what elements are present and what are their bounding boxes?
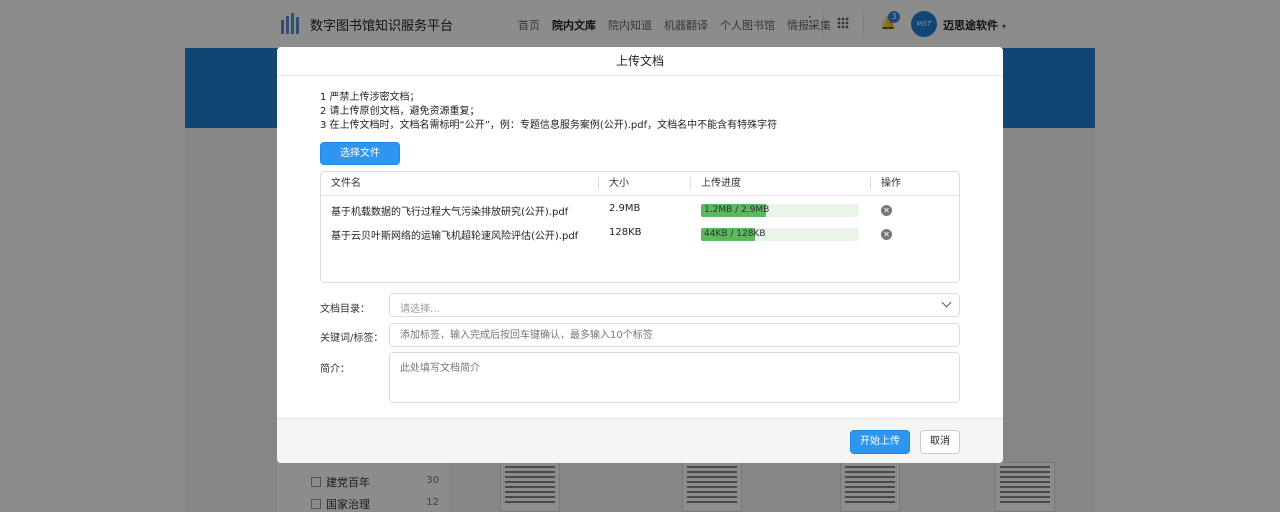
file-table: 文件名 大小 上传进度 操作 基于机载数据的飞行过程大气污染排放研究(公开).p…	[320, 171, 960, 283]
progress-text: 1.2MB / 2.9MB	[704, 205, 770, 215]
remove-icon[interactable]: ✕	[881, 205, 892, 216]
column-header-filename: 文件名	[331, 178, 361, 189]
choose-file-button[interactable]: 选择文件	[320, 142, 400, 165]
chevron-down-icon	[941, 297, 952, 308]
file-size: 2.9MB	[609, 203, 641, 214]
progress-text: 44KB / 128KB	[704, 229, 766, 239]
cancel-button[interactable]: 取消	[920, 430, 960, 454]
upload-progress-bar: 44KB / 128KB	[701, 228, 859, 241]
column-divider	[598, 177, 599, 190]
table-row: 基于机载数据的飞行过程大气污染排放研究(公开).pdf 2.9MB 1.2MB …	[321, 198, 959, 222]
upload-progress-bar: 1.2MB / 2.9MB	[701, 204, 859, 217]
table-row: 基于云贝叶斯网络的运输飞机超轮速风险评估(公开).pdf 128KB 44KB …	[321, 222, 959, 246]
note-line: 3 在上传文档时，文档名需标明“公开”，例：专题信息服务案例(公开).pdf，文…	[320, 120, 778, 131]
column-header-progress: 上传进度	[701, 178, 741, 189]
catalog-select[interactable]: 请选择…	[389, 293, 960, 317]
column-header-action: 操作	[881, 178, 901, 189]
file-size: 128KB	[609, 227, 642, 238]
note-line: 1 严禁上传涉密文档；	[320, 92, 420, 103]
dialog-title: 上传文档	[277, 47, 1003, 76]
column-divider	[690, 177, 691, 190]
start-upload-button[interactable]: 开始上传	[850, 430, 910, 454]
column-divider	[870, 177, 871, 190]
note-line: 2 请上传原创文档，避免资源重复；	[320, 106, 480, 117]
dialog-footer: 开始上传 取消	[277, 418, 1003, 463]
keywords-input[interactable]	[389, 323, 960, 347]
file-name: 基于机载数据的飞行过程大气污染排放研究(公开).pdf	[331, 207, 569, 218]
remove-icon[interactable]: ✕	[881, 229, 892, 240]
file-name: 基于云贝叶斯网络的运输飞机超轮速风险评估(公开).pdf	[331, 231, 579, 242]
keywords-label: 关键词/标签：	[320, 333, 384, 344]
intro-label: 简介：	[320, 364, 350, 375]
upload-dialog: 上传文档 1 严禁上传涉密文档； 2 请上传原创文档，避免资源重复； 3 在上传…	[277, 47, 1003, 463]
intro-textarea[interactable]	[389, 352, 960, 403]
catalog-placeholder: 请选择…	[400, 304, 440, 315]
catalog-label: 文档目录：	[320, 304, 370, 315]
header-divider	[321, 195, 959, 196]
column-header-size: 大小	[609, 178, 629, 189]
upload-notes: 1 严禁上传涉密文档； 2 请上传原创文档，避免资源重复； 3 在上传文档时，文…	[320, 91, 777, 133]
